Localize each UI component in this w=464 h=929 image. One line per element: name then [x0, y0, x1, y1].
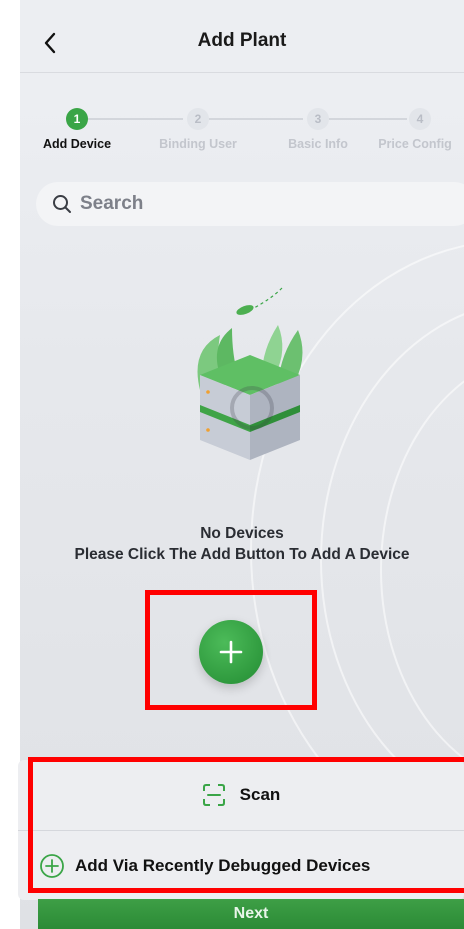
- empty-state-subtitle: Please Click The Add Button To Add A Dev…: [74, 546, 410, 563]
- empty-devices-illustration: [197, 287, 303, 460]
- header-divider: [20, 72, 464, 73]
- step-1-label: Add Device: [42, 137, 112, 151]
- step-connector: [329, 118, 407, 120]
- search-input[interactable]: Search: [36, 182, 464, 226]
- step-4-indicator: 4: [409, 108, 431, 130]
- add-device-button[interactable]: [199, 620, 263, 684]
- step-1-indicator: 1: [66, 108, 88, 130]
- empty-state-title: No Devices: [200, 525, 284, 542]
- step-connector: [87, 118, 183, 120]
- next-button[interactable]: Next: [38, 899, 464, 929]
- step-2-label: Binding User: [159, 137, 237, 151]
- progress-stepper: 1 2 3 4 Add Device Binding User Basic In…: [20, 100, 464, 160]
- step-3-label: Basic Info: [288, 137, 348, 151]
- background-arc: [380, 350, 464, 790]
- header-bar: Add Plant: [20, 0, 464, 88]
- plus-icon: [219, 640, 243, 664]
- search-icon: [53, 195, 71, 213]
- step-3-indicator: 3: [307, 108, 329, 130]
- next-label: Next: [233, 905, 269, 922]
- step-connector: [209, 118, 303, 120]
- step-2-indicator: 2: [187, 108, 209, 130]
- options-highlight: [28, 757, 464, 893]
- step-4-label: Price Config: [378, 137, 452, 151]
- search-placeholder: Search: [80, 193, 144, 214]
- page-title: Add Plant: [197, 30, 287, 51]
